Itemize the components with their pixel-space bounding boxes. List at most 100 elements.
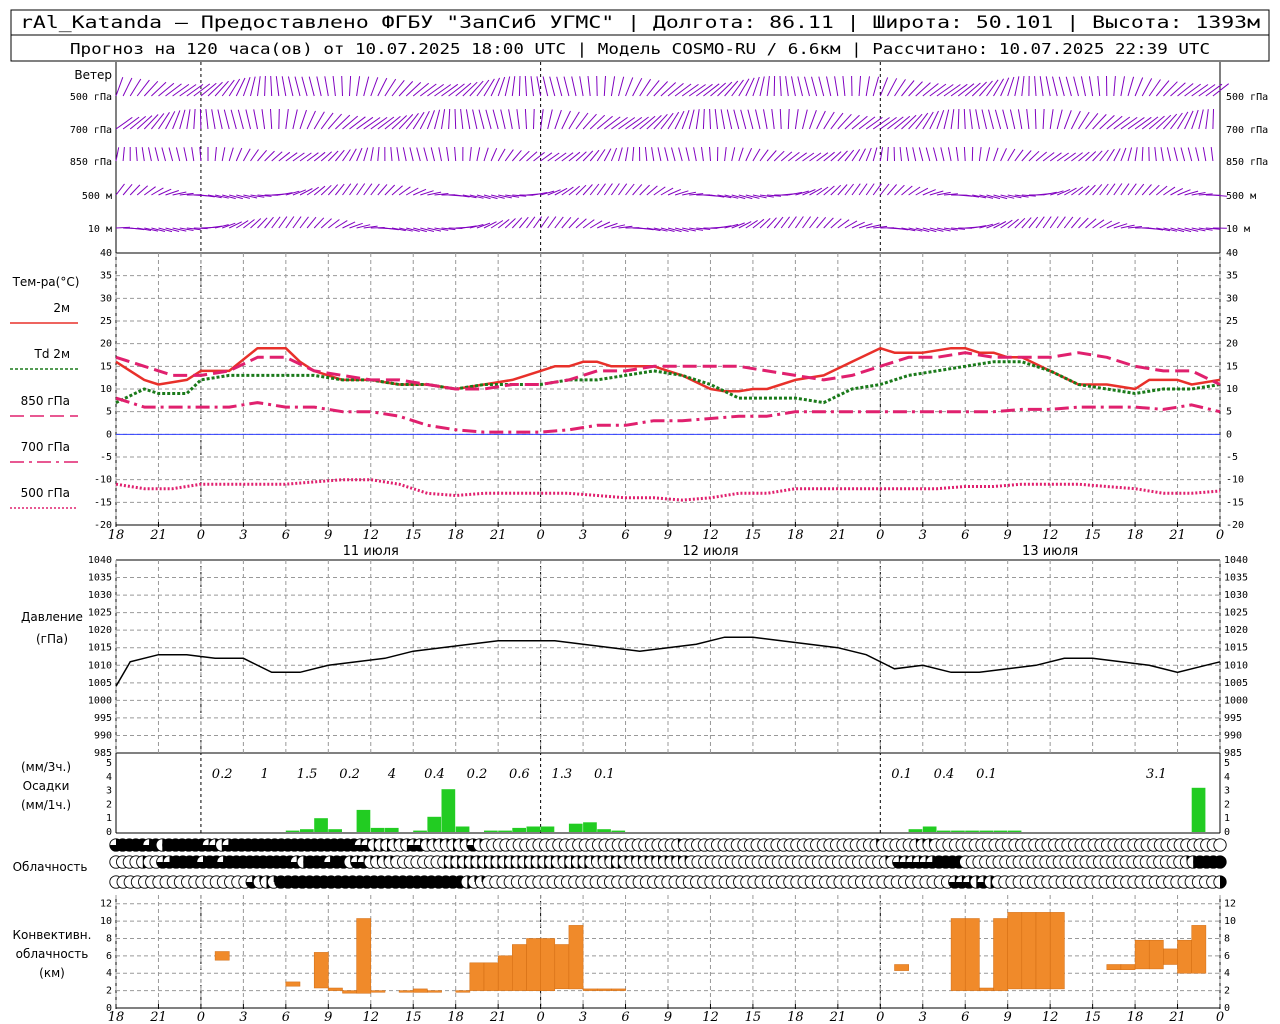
pressure-ytick-left: 1040 xyxy=(88,555,112,566)
wind-barb xyxy=(561,152,574,162)
pressure-ytick-left: 995 xyxy=(94,713,112,724)
wind-barb xyxy=(221,147,226,162)
wind-barb xyxy=(603,75,606,97)
wind-barb xyxy=(294,76,301,97)
pressure-ytick-left: 1005 xyxy=(88,678,112,689)
x-hour-label: 3 xyxy=(579,1010,587,1024)
wind-barb xyxy=(349,183,359,196)
wind-barb xyxy=(349,116,366,130)
x-axis-bottom: 18 21 0 3 6 9 12 15 18 21 0 3 6 9 12 15 18 21 0 3 6 9 12 15 18 21… xyxy=(108,1004,1224,1024)
wind-barb xyxy=(779,108,782,130)
conv-bar xyxy=(313,952,329,989)
wind-barb xyxy=(402,147,407,162)
x-hour-label: 6 xyxy=(961,528,969,543)
wind-barb xyxy=(1042,108,1045,130)
wind-barb xyxy=(568,185,581,196)
wind-barb xyxy=(554,109,562,130)
wind-barb xyxy=(693,147,697,162)
wind-barb xyxy=(158,112,170,130)
wind-barb xyxy=(549,76,556,97)
wind-barb xyxy=(940,147,945,162)
conv-bar xyxy=(979,987,994,991)
wind-barb xyxy=(554,216,564,229)
wind-barb xyxy=(504,76,511,97)
wind-barb xyxy=(287,76,294,97)
wind-barb xyxy=(1198,84,1216,97)
conv-bar xyxy=(1007,912,1023,990)
wind-barb xyxy=(278,216,288,229)
wind-barb xyxy=(409,147,414,162)
wind-barb xyxy=(1187,147,1193,162)
wind-level-left: 10 м xyxy=(88,224,112,235)
wind-barb xyxy=(738,147,744,162)
wind-barb xyxy=(752,218,765,229)
precip-ytick-left: 1 xyxy=(106,813,112,824)
temp-ytick-right: 10 xyxy=(1226,384,1238,395)
wind-barb xyxy=(430,147,435,162)
temp-grid: 40 40 35 35 30 30 25 25 20 20 15 15 10 10 5 5 0 0 -5 -5 -10 -… xyxy=(94,248,1244,531)
wind-barb xyxy=(858,183,868,196)
wind-barbs xyxy=(115,75,1230,233)
wind-barb xyxy=(963,146,966,162)
wind-barb xyxy=(1198,109,1204,130)
wind-barb xyxy=(851,115,868,130)
temp-ytick-left: -5 xyxy=(100,452,112,463)
wind-barb xyxy=(285,216,295,229)
wind-barb xyxy=(158,227,173,233)
precip-bar xyxy=(597,829,611,832)
wind-barb xyxy=(370,147,374,162)
pressure-ytick-left: 1015 xyxy=(88,643,112,654)
wind-barb xyxy=(524,75,527,97)
precip-bar xyxy=(370,827,385,832)
wind-barb xyxy=(1000,148,1007,162)
precip-bar xyxy=(413,830,427,832)
wind-barb xyxy=(611,116,628,130)
wind-barb xyxy=(1134,183,1145,196)
wind-barb xyxy=(363,147,369,162)
wind-barb xyxy=(925,147,931,162)
precip-ytick-left: 5 xyxy=(106,758,112,769)
wind-barb xyxy=(660,112,674,130)
wind-level-left: 500 гПа xyxy=(70,92,112,103)
wind-barb xyxy=(726,109,733,130)
wind-barb xyxy=(492,109,499,130)
temp-ytick-left: 40 xyxy=(100,248,112,259)
wind-barb xyxy=(802,109,808,130)
wind-barb xyxy=(434,109,441,130)
conv-bar xyxy=(596,988,612,991)
wind-barb xyxy=(245,109,251,130)
wind-barb xyxy=(1113,116,1131,130)
conv-bar xyxy=(1163,948,1178,965)
wind-barb xyxy=(702,108,705,130)
wind-barb xyxy=(1039,76,1044,97)
conv-ytick-right: 2 xyxy=(1224,986,1230,997)
wind-barb xyxy=(478,109,485,130)
wind-barb xyxy=(332,76,336,97)
wind-barb xyxy=(1205,109,1209,130)
wind-barb xyxy=(918,147,924,162)
wind-barb xyxy=(1080,76,1086,97)
wind-barb xyxy=(763,109,768,130)
wind-barb xyxy=(183,147,188,162)
pressure-ytick-left: 1030 xyxy=(88,590,112,601)
wind-barb xyxy=(975,109,980,130)
wind-barb xyxy=(887,184,897,196)
wind-barb xyxy=(1063,216,1074,229)
temp-ytick-right: 30 xyxy=(1226,293,1238,304)
x-day-label: 12 июля xyxy=(682,544,738,559)
temp-ytick-right: -15 xyxy=(1226,497,1244,508)
wind-barb xyxy=(1045,76,1051,97)
wind-barb xyxy=(1134,77,1144,97)
precip-bar xyxy=(300,829,314,832)
wind-barb xyxy=(1052,76,1058,97)
pressure-ytick-right: 1030 xyxy=(1224,590,1248,601)
wind-barb xyxy=(377,184,388,196)
wind-barb xyxy=(483,194,498,200)
wind-barb xyxy=(324,76,329,97)
wind-barb xyxy=(370,77,379,97)
temp-ytick-right: 20 xyxy=(1226,339,1238,350)
wind-barb xyxy=(1064,152,1076,162)
x-hour-label: 18 xyxy=(447,528,464,543)
wind-barb xyxy=(791,76,796,97)
pressure-ytick-left: 1035 xyxy=(88,573,112,584)
